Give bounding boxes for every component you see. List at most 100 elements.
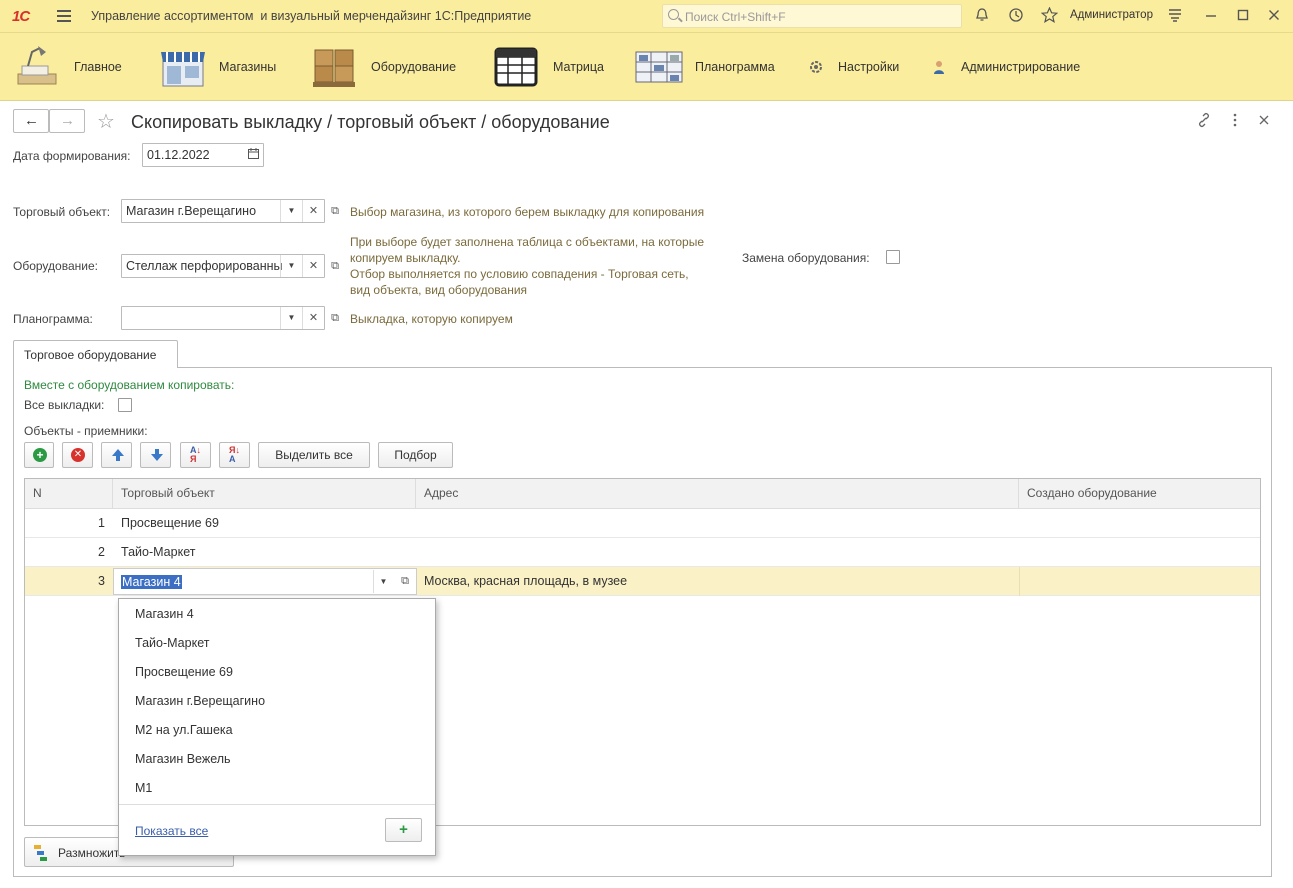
- open-icon[interactable]: ⧉: [395, 570, 415, 593]
- close-window-icon[interactable]: [1268, 7, 1280, 28]
- calendar-icon[interactable]: [243, 144, 263, 166]
- column-header-n[interactable]: N: [25, 479, 113, 509]
- move-down-button[interactable]: [140, 442, 171, 468]
- menu-icon[interactable]: [57, 10, 71, 22]
- equipment-label: Оборудование:: [13, 259, 98, 273]
- delete-icon: ✕: [71, 448, 85, 462]
- current-user[interactable]: Администратор: [1070, 9, 1153, 21]
- clear-icon[interactable]: ✕: [302, 307, 324, 329]
- favorite-star-icon[interactable]: ☆: [97, 109, 115, 134]
- open-icon[interactable]: ⧉: [325, 306, 345, 330]
- add-row-button[interactable]: +: [24, 442, 54, 468]
- dropdown-option[interactable]: Магазин Вежель: [119, 744, 435, 773]
- dropdown-divider: [119, 804, 435, 805]
- equipment-field[interactable]: Стеллаж перфорированный ▼ ✕: [121, 254, 325, 278]
- planogram-label: Планограмма:: [13, 312, 93, 326]
- hint-line: вид объекта, вид оборудования: [350, 283, 528, 297]
- section-main[interactable]: Главное: [14, 33, 122, 101]
- selected-store-text[interactable]: Магазин 4: [121, 575, 182, 589]
- desk-lamp-icon: [14, 44, 62, 90]
- dropdown-arrow-icon[interactable]: ▼: [280, 307, 302, 329]
- open-icon[interactable]: ⧉: [325, 254, 345, 278]
- sections-panel: Главное Магазины Оборудование Матрица Пл…: [0, 33, 1293, 101]
- history-icon[interactable]: [1008, 7, 1024, 28]
- dropdown-option[interactable]: М2 на ул.Гашека: [119, 715, 435, 744]
- section-equipment[interactable]: Оборудование: [311, 33, 456, 101]
- sort-asc-button[interactable]: А↓ Я: [180, 442, 211, 468]
- row-address: Москва, красная площадь, в музее: [424, 574, 628, 588]
- section-settings[interactable]: Настройки: [808, 33, 899, 101]
- forward-button[interactable]: →: [49, 109, 85, 133]
- planogram-field[interactable]: ▼ ✕: [121, 306, 325, 330]
- move-up-button[interactable]: [101, 442, 132, 468]
- sort-descending-icon: Я↓ А: [229, 445, 240, 464]
- table-row[interactable]: 1 Просвещение 69: [25, 509, 1260, 538]
- delete-row-button[interactable]: ✕: [62, 442, 93, 468]
- maximize-icon[interactable]: [1237, 7, 1249, 28]
- form-title: Скопировать выкладку / торговый объект /…: [131, 112, 610, 132]
- section-administration[interactable]: Администрирование: [931, 33, 1080, 101]
- date-field[interactable]: 01.12.2022: [142, 143, 264, 167]
- dropdown-arrow-icon[interactable]: ▼: [280, 200, 302, 222]
- tab-trade-equipment[interactable]: Торговое оборудование: [13, 340, 178, 368]
- planogram-icon: [635, 44, 683, 90]
- open-icon[interactable]: ⧉: [325, 199, 345, 223]
- row-created: [1019, 567, 1260, 596]
- row-created: [1019, 538, 1260, 567]
- section-label: Оборудование: [371, 60, 457, 74]
- create-new-button[interactable]: +: [385, 818, 422, 842]
- back-button[interactable]: ←: [13, 109, 49, 133]
- close-form-icon[interactable]: [1259, 112, 1269, 131]
- table-row-active[interactable]: 3 Магазин 4 ▼ ⧉ Москва, красная площадь,…: [25, 567, 1260, 596]
- settings-lines-icon[interactable]: [1167, 7, 1183, 28]
- dropdown-arrow-icon[interactable]: ▼: [280, 255, 302, 277]
- store-cell-editor[interactable]: Магазин 4 ▼ ⧉: [113, 568, 417, 595]
- plus-icon: +: [399, 821, 408, 838]
- replace-equipment-checkbox[interactable]: [886, 250, 900, 264]
- dropdown-option[interactable]: Тайо-Маркет: [119, 628, 435, 657]
- multiply-icon: [33, 844, 49, 861]
- storefront-icon: [159, 44, 207, 90]
- all-layouts-checkbox[interactable]: [118, 398, 132, 412]
- show-all-link[interactable]: Показать все: [135, 824, 208, 838]
- dropdown-option[interactable]: Магазин г.Верещагино: [119, 686, 435, 715]
- store-field[interactable]: Магазин г.Верещагино ▼ ✕: [121, 199, 325, 223]
- multiply-button-label: Размножить: [58, 846, 126, 860]
- favorites-star-icon[interactable]: [1040, 6, 1059, 28]
- dropdown-option[interactable]: Просвещение 69: [119, 657, 435, 686]
- pick-button[interactable]: Подбор: [378, 442, 453, 468]
- section-stores[interactable]: Магазины: [159, 33, 276, 101]
- dropdown-arrow-icon[interactable]: ▼: [373, 570, 393, 593]
- copy-with-label: Вместе с оборудованием копировать:: [24, 378, 235, 392]
- sort-desc-button[interactable]: Я↓ А: [219, 442, 250, 468]
- hint-line: При выборе будет заполнена таблица с объ…: [350, 235, 704, 249]
- dropdown-option[interactable]: М1: [119, 773, 435, 802]
- column-header-store[interactable]: Торговый объект: [113, 479, 416, 509]
- column-header-created[interactable]: Создано оборудование: [1019, 479, 1260, 509]
- row-number: 2: [98, 545, 105, 559]
- table-header: N Торговый объект Адрес Создано оборудов…: [25, 479, 1260, 509]
- sort-ascending-icon: А↓ Я: [190, 445, 201, 464]
- dropdown-option[interactable]: Магазин 4: [119, 599, 435, 628]
- more-actions-icon[interactable]: [1232, 112, 1238, 131]
- pallet-boxes-icon: [311, 44, 359, 90]
- app-title: Управление ассортиментом и визуальный ме…: [91, 9, 532, 23]
- bell-icon[interactable]: [974, 7, 990, 28]
- link-icon[interactable]: [1196, 112, 1212, 131]
- select-all-button[interactable]: Выделить все: [258, 442, 370, 468]
- search-input[interactable]: Поиск Ctrl+Shift+F: [662, 4, 962, 28]
- minimize-icon[interactable]: [1205, 7, 1217, 28]
- plus-icon: +: [33, 448, 47, 462]
- section-matrix[interactable]: Матрица: [493, 33, 604, 101]
- store-value: Магазин г.Верещагино: [126, 204, 257, 218]
- section-planogram[interactable]: Планограмма: [635, 33, 775, 101]
- tab-label: Торговое оборудование: [24, 348, 157, 362]
- date-value: 01.12.2022: [147, 148, 210, 162]
- section-label: Магазины: [219, 60, 277, 74]
- row-store: Тайо-Маркет: [121, 545, 196, 559]
- clear-icon[interactable]: ✕: [302, 255, 324, 277]
- table-row[interactable]: 2 Тайо-Маркет: [25, 538, 1260, 567]
- clear-icon[interactable]: ✕: [302, 200, 324, 222]
- row-address: [416, 509, 1019, 538]
- column-header-address[interactable]: Адрес: [416, 479, 1019, 509]
